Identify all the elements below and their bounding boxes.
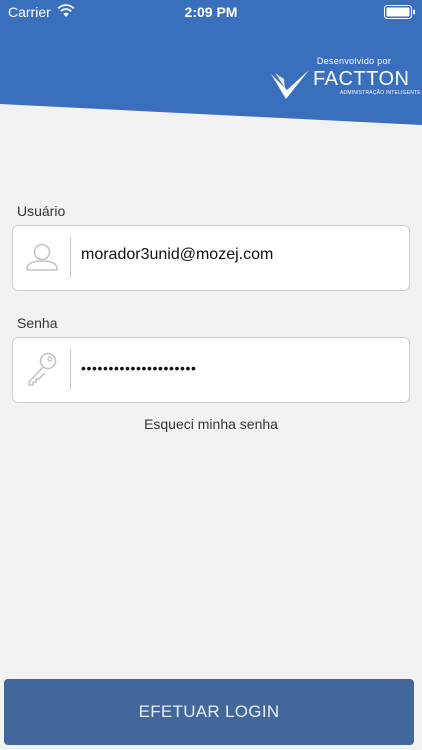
username-divider — [70, 238, 71, 278]
password-input[interactable]: ••••••••••••••••••••• — [81, 360, 197, 376]
password-label: Senha — [17, 315, 58, 331]
login-button[interactable]: EFETUAR LOGIN — [4, 679, 414, 745]
factton-logo-icon — [271, 70, 309, 99]
status-time: 2:09 PM — [184, 4, 238, 20]
brand-subtitle: ADMINISTRAÇÃO INTELIGENTE — [340, 90, 421, 96]
login-screen: Carrier 2:09 PM Desenvolvido por FACTTON… — [0, 0, 422, 750]
forgot-password-link[interactable]: Esqueci minha senha — [0, 416, 422, 432]
brand-tagline: Desenvolvido por — [316, 56, 392, 66]
password-divider — [70, 350, 71, 390]
key-icon — [28, 352, 57, 386]
developer-brand: Desenvolvido por FACTTON ADMINISTRAÇÃO I… — [270, 56, 421, 100]
username-label: Usuário — [17, 203, 66, 219]
username-input[interactable]: morador3unid@mozej.com — [81, 246, 273, 264]
brand-name: FACTTON — [313, 68, 410, 90]
user-icon — [26, 243, 58, 271]
battery-icon — [384, 5, 415, 19]
username-field[interactable]: morador3unid@mozej.com — [12, 225, 410, 291]
password-field[interactable]: ••••••••••••••••••••• — [12, 337, 410, 403]
status-bar: Carrier 2:09 PM — [0, 0, 422, 24]
